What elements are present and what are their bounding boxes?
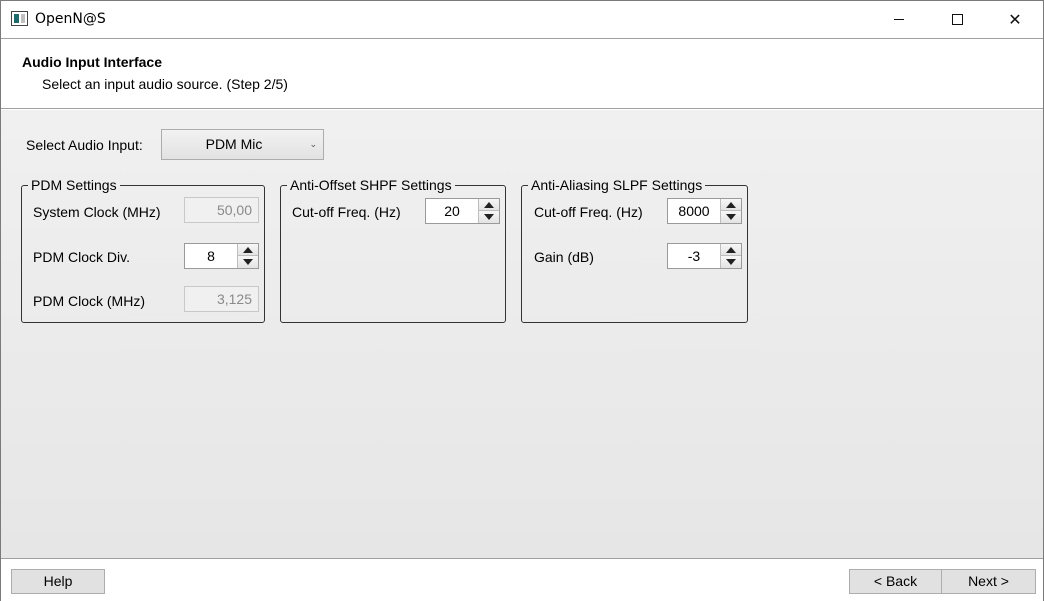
pdm-clock-field: 3,125 xyxy=(184,286,259,312)
shpf-cutoff-value: 20 xyxy=(444,203,460,219)
shpf-cutoff-label: Cut-off Freq. (Hz) xyxy=(292,204,401,220)
app-window: OpenN@S ✕ Audio Input Interface Select a… xyxy=(0,0,1044,601)
clock-div-label: PDM Clock Div. xyxy=(33,249,130,265)
spin-up-button[interactable] xyxy=(479,199,499,211)
slpf-cutoff-label: Cut-off Freq. (Hz) xyxy=(534,204,643,220)
system-clock-label: System Clock (MHz) xyxy=(33,204,161,220)
system-clock-field: 50,00 xyxy=(184,197,259,223)
spin-down-button[interactable] xyxy=(479,211,499,223)
arrow-up-icon xyxy=(726,247,736,253)
close-button[interactable]: ✕ xyxy=(986,1,1044,37)
page-subtitle: Select an input audio source. (Step 2/5) xyxy=(42,76,288,92)
maximize-icon xyxy=(951,13,963,25)
slpf-cutoff-spinner[interactable]: 8000 xyxy=(667,198,742,224)
slpf-settings-title: Anti-Aliasing SLPF Settings xyxy=(528,177,706,193)
shpf-settings-group: Anti-Offset SHPF Settings Cut-off Freq. … xyxy=(280,177,506,323)
spin-down-button[interactable] xyxy=(721,256,741,268)
audio-input-select[interactable]: PDM Mic ⌄ xyxy=(161,129,324,160)
shpf-settings-title: Anti-Offset SHPF Settings xyxy=(287,177,455,193)
clock-div-spinner[interactable]: 8 xyxy=(184,243,259,269)
arrow-up-icon xyxy=(484,202,494,208)
back-button[interactable]: < Back xyxy=(849,569,942,594)
shpf-cutoff-spinner[interactable]: 20 xyxy=(425,198,500,224)
gain-value: -3 xyxy=(687,248,701,264)
clock-div-value: 8 xyxy=(207,248,215,264)
spin-down-button[interactable] xyxy=(238,256,258,268)
next-button[interactable]: Next > xyxy=(941,569,1036,594)
spin-buttons xyxy=(720,199,741,223)
arrow-down-icon xyxy=(726,259,736,265)
arrow-up-icon xyxy=(243,247,253,253)
slpf-cutoff-value: 8000 xyxy=(678,203,710,219)
app-icon xyxy=(11,11,28,26)
slpf-settings-group: Anti-Aliasing SLPF Settings Cut-off Freq… xyxy=(521,177,748,323)
arrow-down-icon xyxy=(484,214,494,220)
window-title: OpenN@S xyxy=(35,11,106,27)
spin-up-button[interactable] xyxy=(721,199,741,211)
spin-up-button[interactable] xyxy=(721,244,741,256)
spin-buttons xyxy=(720,244,741,268)
help-button[interactable]: Help xyxy=(11,569,105,594)
maximize-button[interactable] xyxy=(928,1,986,37)
minimize-icon xyxy=(894,18,904,20)
gain-spinner[interactable]: -3 xyxy=(667,243,742,269)
title-bar[interactable]: OpenN@S ✕ xyxy=(1,1,1043,38)
spin-down-button[interactable] xyxy=(721,211,741,223)
pdm-clock-label: PDM Clock (MHz) xyxy=(33,293,145,309)
page-title: Audio Input Interface xyxy=(22,54,162,70)
minimize-button[interactable] xyxy=(870,1,928,37)
main-content: Select Audio Input: PDM Mic ⌄ PDM Settin… xyxy=(1,110,1043,559)
arrow-down-icon xyxy=(726,214,736,220)
pdm-settings-title: PDM Settings xyxy=(28,177,120,193)
gain-label: Gain (dB) xyxy=(534,249,594,265)
audio-input-value: PDM Mic xyxy=(205,136,263,152)
spin-up-button[interactable] xyxy=(238,244,258,256)
arrow-up-icon xyxy=(726,202,736,208)
spin-buttons xyxy=(237,244,258,268)
pdm-settings-group: PDM Settings System Clock (MHz) 50,00 PD… xyxy=(21,177,265,323)
audio-input-label: Select Audio Input: xyxy=(26,137,143,153)
wizard-header: Audio Input Interface Select an input au… xyxy=(1,38,1043,109)
arrow-down-icon xyxy=(243,259,253,265)
chevron-down-icon: ⌄ xyxy=(309,139,317,149)
spin-buttons xyxy=(478,199,499,223)
close-icon: ✕ xyxy=(1008,9,1022,29)
